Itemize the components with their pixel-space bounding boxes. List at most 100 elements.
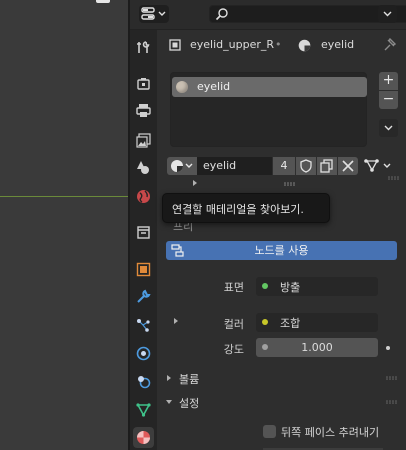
- particles-icon: [137, 319, 150, 332]
- printer-icon: [136, 104, 151, 117]
- material-users-count[interactable]: 4: [273, 157, 295, 175]
- chevron-down-icon: [383, 11, 392, 17]
- surface-shader-field[interactable]: 방출: [256, 277, 378, 296]
- settings-label: 설정: [179, 397, 200, 410]
- search-icon: [215, 8, 228, 21]
- image-stack-icon: [136, 133, 151, 148]
- slot-label: eyelid: [197, 80, 231, 93]
- viewport-x-axis-line: [0, 196, 128, 197]
- pin-icon[interactable]: [382, 38, 396, 52]
- wrench-screwdriver-icon: [137, 41, 150, 53]
- chevron-right-icon: [167, 375, 171, 381]
- volume-panel-header[interactable]: 볼륨: [157, 367, 406, 389]
- drag-handle-icon[interactable]: [386, 400, 398, 404]
- cone-sphere-icon: [137, 161, 149, 174]
- material-preview-icon: [176, 81, 188, 93]
- emission-socket-icon: [262, 283, 268, 289]
- camera-back-icon: [137, 78, 150, 90]
- header-collapse-button[interactable]: [378, 5, 397, 23]
- tab-view-layer[interactable]: [133, 130, 154, 151]
- tab-data[interactable]: [133, 399, 154, 420]
- use-nodes-label: 노드를 사용: [254, 244, 309, 257]
- resize-grip-icon[interactable]: [284, 182, 296, 186]
- chevron-right-icon[interactable]: [191, 179, 199, 187]
- wrench-icon: [137, 289, 151, 303]
- tab-material[interactable]: [133, 427, 154, 448]
- viewport-header-corner[interactable]: [96, 0, 110, 3]
- search-input[interactable]: [209, 5, 406, 23]
- 3d-viewport[interactable]: [0, 0, 128, 450]
- link-mode-icon: [364, 159, 391, 172]
- settings-panel-header[interactable]: 설정: [157, 391, 406, 413]
- add-slot-button[interactable]: +: [379, 72, 398, 90]
- material-sphere-icon: [137, 431, 150, 444]
- tab-physics[interactable]: [133, 343, 154, 364]
- volume-label: 볼륨: [179, 373, 200, 386]
- strength-value: 1.000: [301, 341, 333, 354]
- orbit-icon: [136, 346, 151, 361]
- remove-slot-button[interactable]: −: [379, 91, 398, 109]
- color-label: 컬러: [223, 318, 244, 331]
- node-tree-icon: [171, 244, 184, 257]
- breadcrumb: eyelid_upper_R • eyelid: [157, 30, 406, 60]
- material-name-field[interactable]: eyelid: [197, 157, 272, 175]
- tab-scene[interactable]: [133, 157, 154, 178]
- close-icon: [342, 160, 354, 172]
- chevron-down-icon: [158, 11, 166, 16]
- material-icon: [298, 39, 311, 52]
- chevron-right-icon[interactable]: [172, 317, 180, 325]
- editor-type-selector[interactable]: [139, 5, 169, 23]
- value-socket-icon: [262, 344, 268, 350]
- constraint-icon: [138, 376, 151, 389]
- browse-material-button[interactable]: [167, 157, 197, 175]
- slot-specials-menu[interactable]: [379, 119, 398, 137]
- backface-culling-checkbox[interactable]: [263, 425, 276, 438]
- material-selector-row: eyelid 4: [157, 154, 406, 180]
- surface-label: 표면: [223, 281, 244, 294]
- properties-editor-icon: [141, 7, 155, 20]
- keyframe-dot-icon[interactable]: [386, 346, 390, 350]
- strength-label: 강도: [223, 343, 244, 356]
- use-nodes-button[interactable]: 노드를 사용: [166, 241, 397, 260]
- unlink-material-button[interactable]: [338, 157, 358, 175]
- material-slots-list[interactable]: eyelid: [170, 72, 367, 186]
- strength-slider[interactable]: 1.000: [256, 338, 378, 357]
- tab-collection[interactable]: [133, 222, 154, 243]
- list-item[interactable]: eyelid: [172, 77, 367, 97]
- breadcrumb-object-name: eyelid_upper_R: [190, 38, 275, 51]
- color-input-field[interactable]: 조합: [256, 313, 378, 332]
- backface-culling-label: 뒤쪽 페이스 추려내기: [281, 426, 380, 439]
- tooltip: 연결할 매테리얼을 찾아보기.: [162, 193, 330, 223]
- tab-output[interactable]: [133, 100, 154, 121]
- tab-particles[interactable]: [133, 315, 154, 336]
- globe-icon: [137, 190, 150, 203]
- mesh-triangle-icon: [136, 403, 151, 417]
- resize-grip-icon[interactable]: [388, 176, 400, 180]
- color-value: 조합: [280, 317, 301, 330]
- duplicate-material-button[interactable]: [317, 157, 337, 175]
- object-icon: [169, 39, 181, 51]
- tab-tool[interactable]: [133, 37, 154, 58]
- tab-modifiers[interactable]: [133, 286, 154, 307]
- object-square-icon: [136, 262, 151, 277]
- drag-handle-icon[interactable]: [386, 376, 398, 380]
- surface-value: 방출: [280, 281, 301, 294]
- shield-icon: [300, 159, 312, 173]
- properties-tabs: [130, 30, 157, 450]
- material-browse-icon: [171, 160, 193, 172]
- color-socket-icon: [262, 319, 268, 325]
- duplicate-icon: [320, 159, 333, 173]
- properties-header: [130, 0, 406, 30]
- chevron-down-icon: [166, 400, 172, 404]
- box-icon: [137, 226, 150, 239]
- breadcrumb-material-name: eyelid: [321, 38, 355, 51]
- fake-user-button[interactable]: [296, 157, 316, 175]
- breadcrumb-separator: •: [275, 38, 282, 51]
- chevron-down-icon: [384, 125, 393, 131]
- properties-content: eyelid_upper_R • eyelid eyelid + − eyeli…: [157, 30, 406, 450]
- link-mode-dropdown[interactable]: [363, 158, 397, 174]
- tab-world[interactable]: [133, 186, 154, 207]
- tab-render[interactable]: [133, 73, 154, 94]
- tab-constraints[interactable]: [133, 371, 154, 392]
- tab-object[interactable]: [133, 259, 154, 280]
